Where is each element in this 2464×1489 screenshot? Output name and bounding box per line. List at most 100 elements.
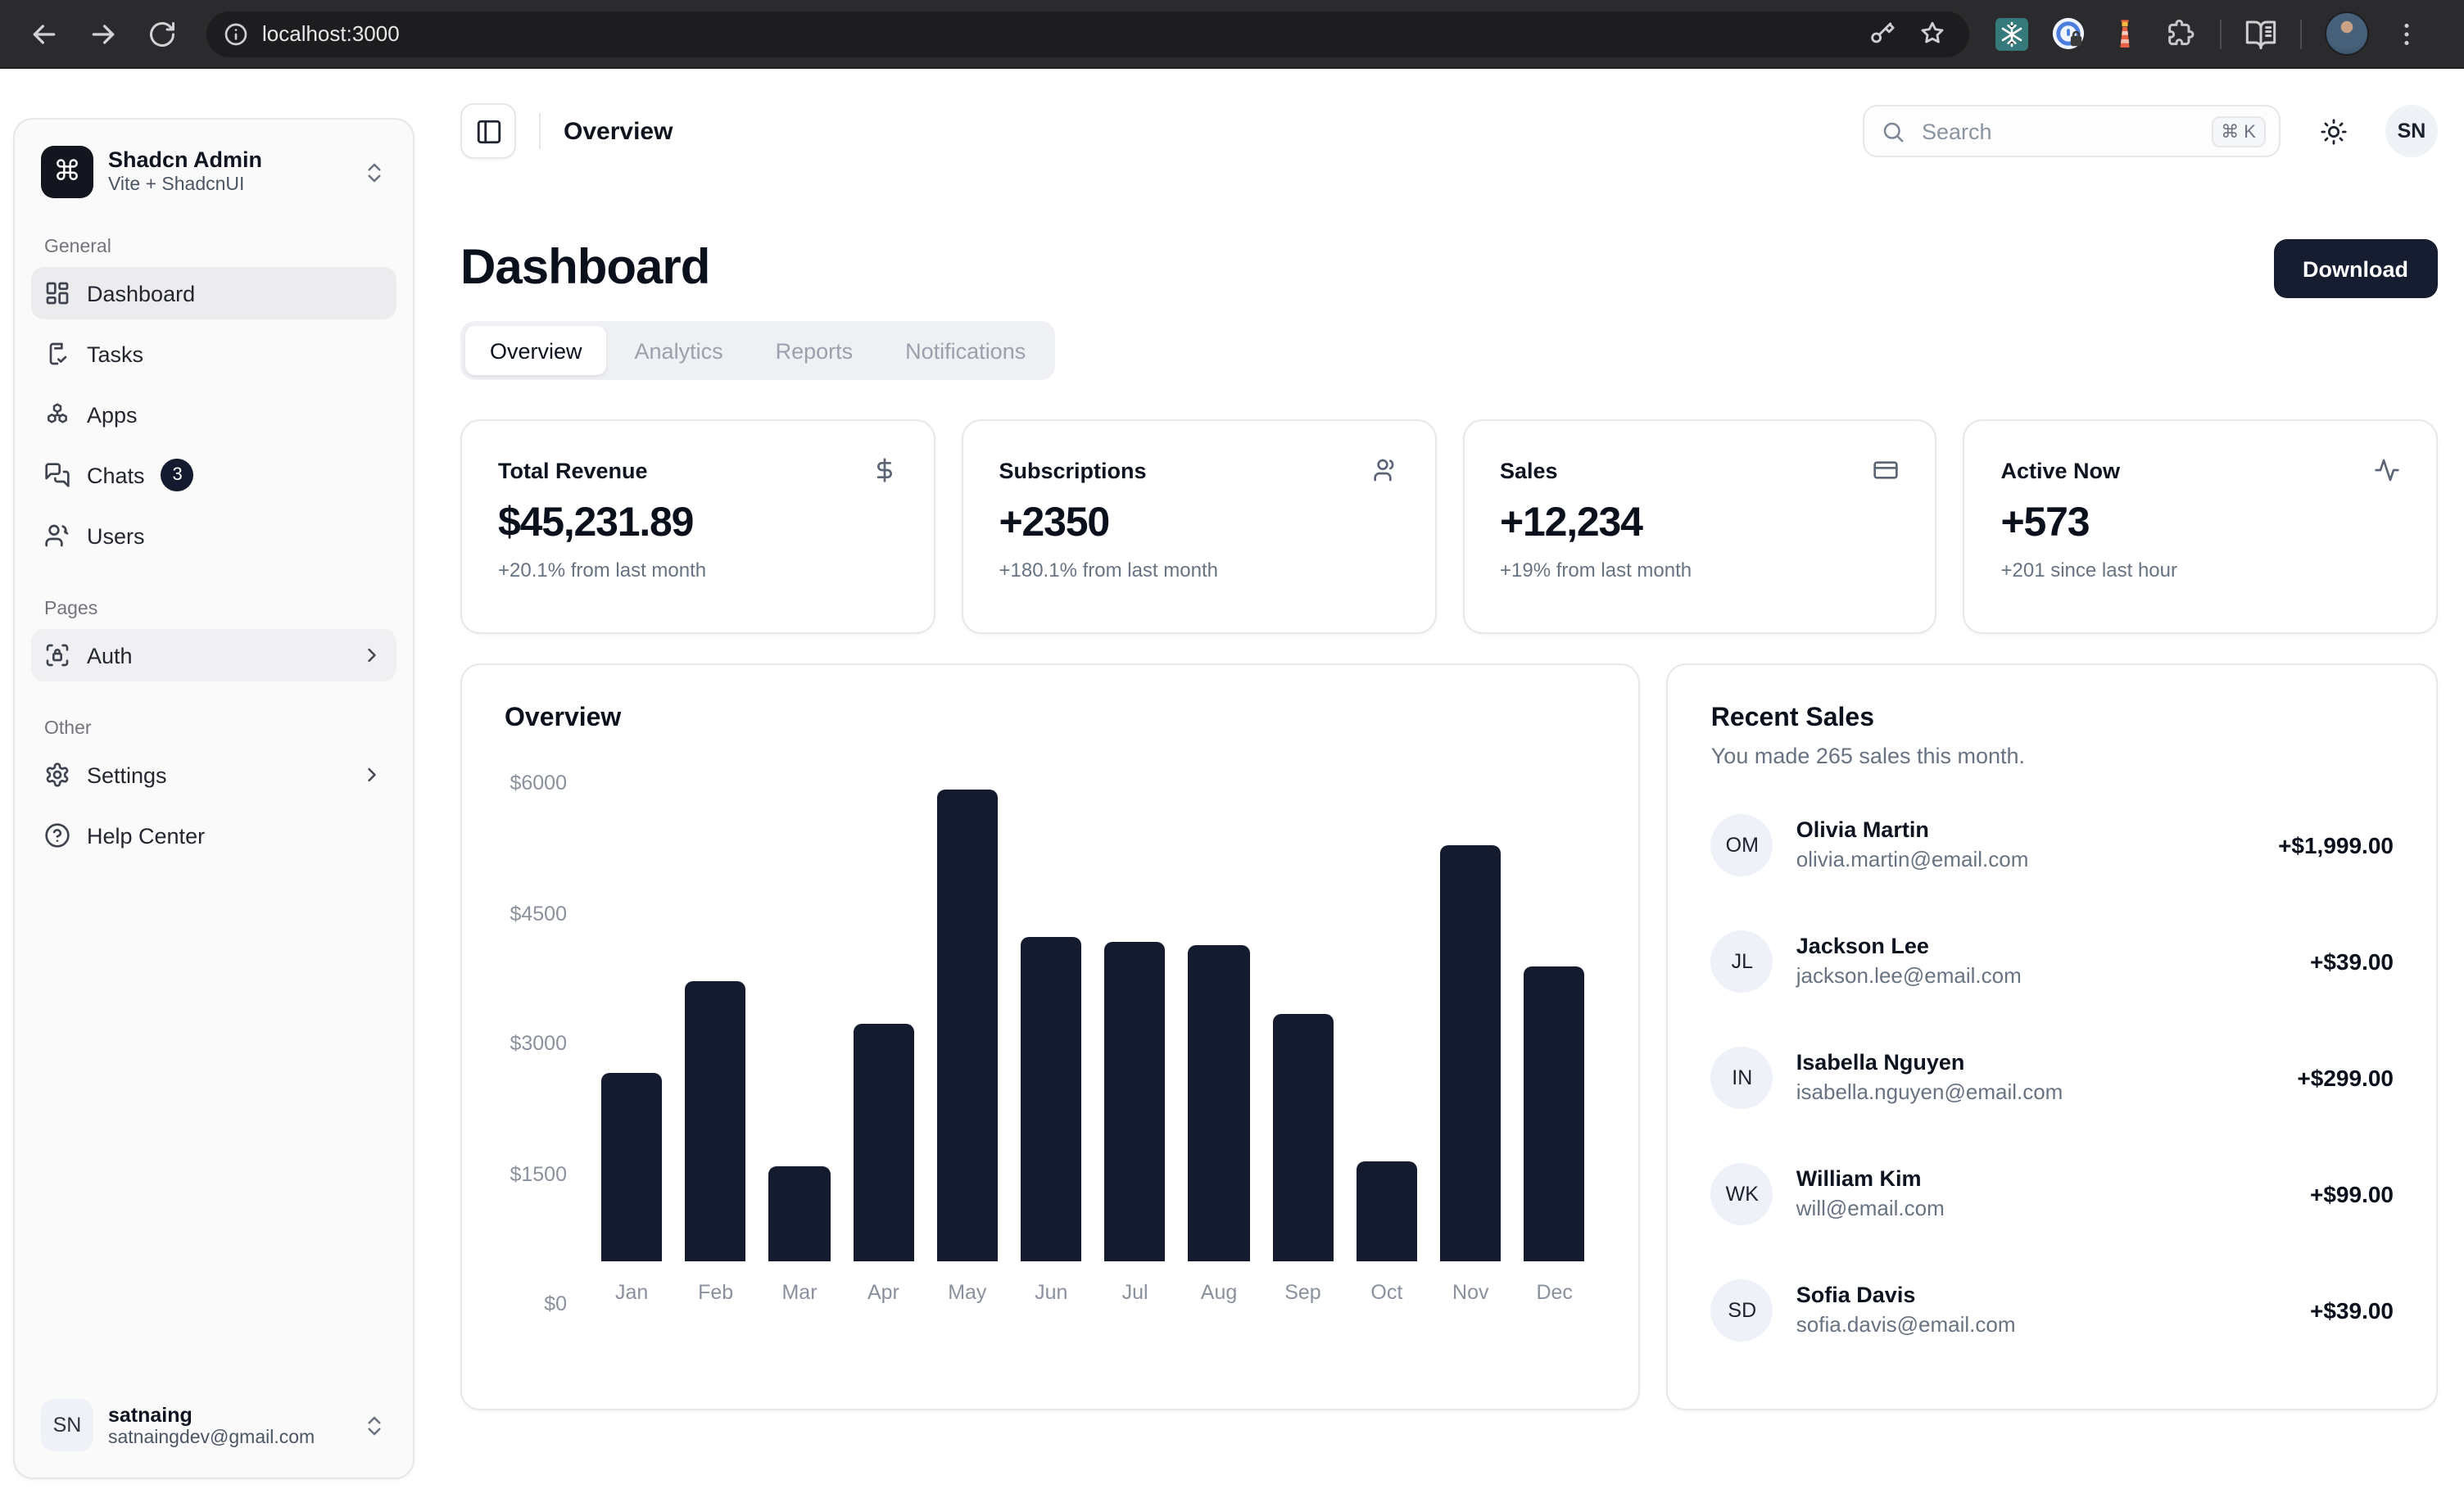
sidebar-item-label: Users bbox=[87, 523, 145, 548]
stat-change: +19% from last month bbox=[1500, 559, 1900, 582]
sidebar-item-dashboard[interactable]: Dashboard bbox=[31, 267, 396, 319]
sale-name: Sofia Davis bbox=[1796, 1281, 2016, 1310]
sidebar-item-users[interactable]: Users bbox=[31, 509, 396, 562]
password-key-icon[interactable] bbox=[1868, 20, 1896, 48]
bar-chart: $6000 $4500 $3000 $1500 $0 JanFebMarAprM… bbox=[505, 783, 1597, 1304]
address-bar[interactable]: localhost:3000 bbox=[206, 11, 1969, 57]
profile-avatar-button[interactable]: SN bbox=[2385, 105, 2438, 157]
browser-menu-icon[interactable] bbox=[2392, 19, 2421, 48]
stat-value: +12,234 bbox=[1500, 500, 1900, 547]
chart-y-axis: $6000 $4500 $3000 $1500 $0 bbox=[505, 783, 590, 1304]
theme-toggle-button[interactable] bbox=[2307, 105, 2359, 157]
x-tick-label: Sep bbox=[1272, 1261, 1333, 1304]
sale-email: will@email.com bbox=[1796, 1197, 1945, 1224]
site-info-icon[interactable] bbox=[223, 20, 249, 47]
chats-badge: 3 bbox=[161, 459, 194, 491]
url-text[interactable]: localhost:3000 bbox=[262, 21, 1868, 46]
chart-bar bbox=[937, 789, 998, 1261]
chart-bar-column: Jan bbox=[590, 783, 673, 1304]
sidebar-toggle-button[interactable] bbox=[460, 103, 516, 159]
stat-card-subscriptions: Subscriptions +2350 +180.1% from last mo… bbox=[962, 419, 1437, 634]
chart-bar-column: Jun bbox=[1009, 783, 1093, 1304]
chart-bar-column: Nov bbox=[1429, 783, 1512, 1304]
title-row: Dashboard Download bbox=[460, 239, 2438, 298]
sale-row: JL Jackson Leejackson.lee@email.com +$39… bbox=[1711, 930, 2394, 993]
stat-title: Sales bbox=[1500, 458, 1558, 482]
panel-left-icon bbox=[474, 117, 502, 145]
chart-bar bbox=[685, 982, 745, 1261]
chart-bar-column: Mar bbox=[758, 783, 841, 1304]
sidebar-user-menu[interactable]: SN satnaing satnaingdev@gmail.com bbox=[31, 1389, 396, 1461]
tab-overview[interactable]: Overview bbox=[465, 326, 607, 375]
chart-bar bbox=[1189, 944, 1249, 1261]
sidebar-item-tasks[interactable]: Tasks bbox=[31, 328, 396, 380]
chart-bar-column: Feb bbox=[673, 783, 757, 1304]
sale-row: IN Isabella Nguyenisabella.nguyen@email.… bbox=[1711, 1047, 2394, 1109]
user-avatar: SN bbox=[41, 1399, 93, 1451]
search-shortcut-kbd: ⌘ K bbox=[2211, 115, 2266, 147]
tab-notifications[interactable]: Notifications bbox=[881, 326, 1050, 375]
stat-value: $45,231.89 bbox=[498, 500, 898, 547]
extension-lighthouse-icon[interactable] bbox=[2108, 16, 2141, 51]
boxes-icon bbox=[44, 401, 70, 428]
sale-amount: +$39.00 bbox=[2310, 1297, 2394, 1324]
sidebar-item-help-center[interactable]: Help Center bbox=[31, 809, 396, 862]
sidebar: ⌘ Shadcn Admin Vite + ShadcnUI General D… bbox=[13, 118, 414, 1479]
stat-value: +573 bbox=[2001, 500, 2401, 547]
user-email: satnaingdev@gmail.com bbox=[108, 1428, 347, 1447]
sale-name: Jackson Lee bbox=[1796, 932, 2022, 961]
x-tick-label: Mar bbox=[769, 1261, 830, 1304]
sale-avatar: SD bbox=[1711, 1279, 1773, 1342]
arrow-left-icon bbox=[28, 17, 61, 50]
team-plan: Vite + ShadcnUI bbox=[108, 175, 347, 197]
recent-sales-card: Recent Sales You made 265 sales this mon… bbox=[1667, 663, 2438, 1410]
chart-bar bbox=[1104, 942, 1165, 1261]
sale-name: Olivia Martin bbox=[1796, 816, 2029, 844]
sidebar-item-settings[interactable]: Settings bbox=[31, 749, 396, 801]
reload-button[interactable] bbox=[138, 9, 187, 58]
chart-bar-column: Aug bbox=[1177, 783, 1261, 1304]
forward-button[interactable] bbox=[79, 9, 128, 58]
download-button[interactable]: Download bbox=[2273, 239, 2438, 298]
y-tick: $6000 bbox=[510, 772, 567, 794]
tab-analytics[interactable]: Analytics bbox=[610, 326, 748, 375]
sidebar-item-label: Help Center bbox=[87, 823, 205, 848]
chart-bar bbox=[1524, 967, 1584, 1261]
sidebar-item-apps[interactable]: Apps bbox=[31, 388, 396, 441]
extension-teal-icon[interactable] bbox=[1995, 17, 2028, 50]
layout-dashboard-icon bbox=[44, 280, 70, 306]
section-label-general: General bbox=[44, 238, 383, 257]
credit-card-icon bbox=[1873, 457, 1900, 483]
chart-bar bbox=[1272, 1014, 1333, 1261]
extension-1password-icon[interactable] bbox=[2051, 16, 2086, 51]
recent-sales-list: OM Olivia Martinolivia.martin@email.com … bbox=[1711, 814, 2394, 1342]
browser-profile-avatar[interactable] bbox=[2325, 11, 2369, 56]
sidebar-item-chats[interactable]: Chats 3 bbox=[31, 449, 396, 501]
sidebar-item-label: Dashboard bbox=[87, 281, 195, 305]
search-field[interactable] bbox=[1918, 117, 2211, 145]
chart-bar-column: Jul bbox=[1093, 783, 1176, 1304]
search-input[interactable]: ⌘ K bbox=[1863, 105, 2281, 157]
sale-row: OM Olivia Martinolivia.martin@email.com … bbox=[1711, 814, 2394, 876]
tab-reports[interactable]: Reports bbox=[751, 326, 878, 375]
toolbar-divider bbox=[2220, 19, 2222, 48]
sale-name: Isabella Nguyen bbox=[1796, 1048, 2063, 1077]
bookmark-star-icon[interactable] bbox=[1918, 20, 1946, 48]
sun-icon bbox=[2319, 117, 2347, 145]
team-switcher[interactable]: ⌘ Shadcn Admin Vite + ShadcnUI bbox=[31, 136, 396, 208]
sale-amount: +$299.00 bbox=[2297, 1065, 2394, 1091]
chart-bar-column: Sep bbox=[1261, 783, 1344, 1304]
extensions-puzzle-icon[interactable] bbox=[2164, 17, 2197, 50]
reload-icon bbox=[147, 19, 177, 48]
y-tick: $4500 bbox=[510, 902, 567, 925]
sale-email: sofia.davis@email.com bbox=[1796, 1313, 2016, 1341]
back-button[interactable] bbox=[20, 9, 69, 58]
x-tick-label: Oct bbox=[1357, 1261, 1417, 1304]
sale-email: jackson.lee@email.com bbox=[1796, 964, 2022, 992]
sidebar-item-auth[interactable]: Auth bbox=[31, 629, 396, 681]
reading-list-icon[interactable] bbox=[2244, 17, 2277, 50]
x-tick-label: Jan bbox=[601, 1261, 662, 1304]
chart-bar bbox=[1021, 938, 1081, 1261]
activity-icon bbox=[2374, 457, 2400, 483]
sale-avatar: JL bbox=[1711, 930, 1773, 993]
